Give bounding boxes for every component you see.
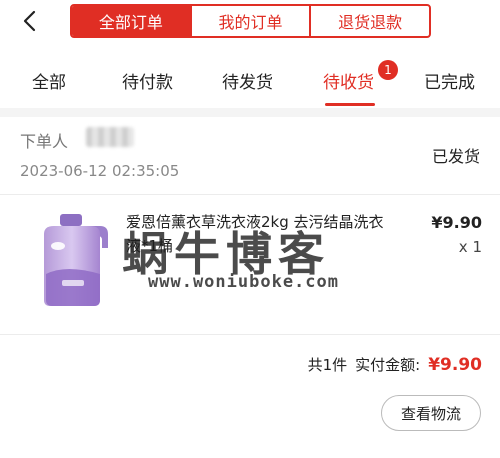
order-type-segmented-control: 全部订单 我的订单 退货退款	[70, 4, 431, 38]
paid-amount: ¥9.90	[428, 355, 482, 375]
divider	[0, 194, 500, 195]
buyer-label: 下单人	[20, 132, 69, 151]
tab-pending-payment[interactable]: 待付款	[122, 68, 173, 93]
tab-completed[interactable]: 已完成	[424, 68, 475, 93]
order-status: 已发货	[431, 147, 480, 166]
tab-all[interactable]: 全部	[32, 68, 66, 93]
segment-returns-refunds[interactable]: 退货退款	[309, 6, 429, 36]
tab-pending-shipment[interactable]: 待发货	[222, 68, 273, 93]
product-title[interactable]: 爱恩倍薰衣草洗衣液2kg 去污结晶洗衣液*1桶	[126, 210, 396, 258]
view-logistics-button[interactable]: 查看物流	[381, 395, 481, 431]
buyer-name-redacted	[86, 127, 134, 147]
order-status-tabs: 全部 待付款 待发货 待收货 1 已完成	[0, 52, 500, 108]
active-tab-indicator	[325, 103, 375, 106]
divider	[0, 334, 500, 335]
item-count: 共1件	[307, 356, 348, 374]
back-arrow-icon[interactable]	[18, 9, 42, 33]
order-summary: 共1件 实付金额: ¥9.90	[308, 354, 482, 375]
product-image[interactable]	[32, 210, 114, 310]
product-quantity: x 1	[458, 238, 482, 256]
watermark-url: www.woniuboke.com	[148, 272, 339, 292]
top-bar: 全部订单 我的订单 退货退款	[0, 0, 500, 44]
order-time: 2023-06-12 02:35:05	[20, 162, 180, 180]
tab-pending-receipt-badge: 1	[378, 60, 398, 80]
section-divider	[0, 108, 500, 117]
paid-amount-label: 实付金额:	[355, 356, 421, 374]
product-price: ¥9.90	[431, 213, 482, 232]
segment-my-orders[interactable]: 我的订单	[189, 6, 310, 36]
tab-pending-receipt[interactable]: 待收货	[323, 68, 374, 93]
segment-all-orders[interactable]: 全部订单	[72, 6, 190, 36]
